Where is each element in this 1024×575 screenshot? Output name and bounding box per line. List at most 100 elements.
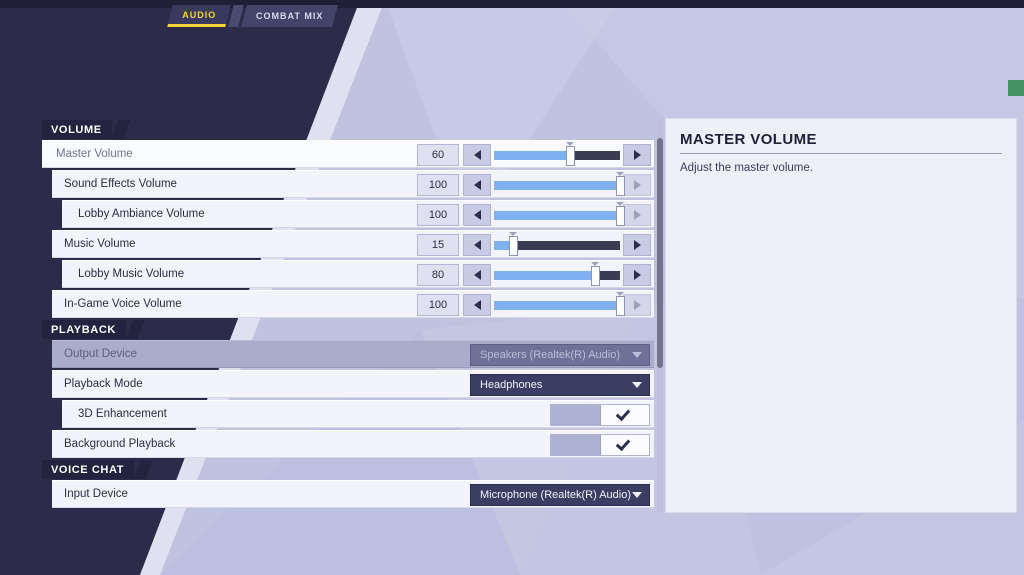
slider-value[interactable]: 100 bbox=[417, 174, 459, 196]
dropdown-control[interactable]: Headphones bbox=[470, 371, 654, 399]
slider-control[interactable]: 100 bbox=[417, 291, 654, 319]
setting-label: Playback Mode bbox=[52, 378, 143, 390]
section-header-voice-chat: VOICE CHAT bbox=[42, 460, 654, 479]
arrow-left-icon[interactable] bbox=[463, 294, 491, 316]
section-header-label: VOLUME bbox=[42, 120, 112, 139]
slider[interactable] bbox=[494, 234, 620, 256]
slider[interactable] bbox=[494, 294, 620, 316]
slider-value[interactable]: 60 bbox=[417, 144, 459, 166]
setting-row-playback-mode[interactable]: Playback Mode Headphones bbox=[52, 370, 654, 398]
toggle-control[interactable] bbox=[550, 401, 654, 429]
arrow-right-icon[interactable] bbox=[623, 264, 651, 286]
section-header-volume: VOLUME bbox=[42, 120, 654, 139]
toggle-on-side[interactable] bbox=[600, 435, 650, 455]
slider-value[interactable]: 15 bbox=[417, 234, 459, 256]
slider-control[interactable]: 100 bbox=[417, 201, 654, 229]
toggle-control[interactable] bbox=[550, 431, 654, 459]
arrow-right-icon bbox=[623, 294, 651, 316]
slider-handle[interactable] bbox=[616, 296, 625, 316]
arrow-right-icon bbox=[623, 174, 651, 196]
arrow-left-icon[interactable] bbox=[463, 174, 491, 196]
arrow-left-icon[interactable] bbox=[463, 204, 491, 226]
toggle-3d-enhancement[interactable] bbox=[550, 404, 650, 426]
toggle-background-playback[interactable] bbox=[550, 434, 650, 456]
arrow-left-icon[interactable] bbox=[463, 264, 491, 286]
arrow-left-icon[interactable] bbox=[463, 234, 491, 256]
toggle-on-side[interactable] bbox=[600, 405, 650, 425]
arrow-right-icon bbox=[623, 204, 651, 226]
dropdown-input-device[interactable]: Microphone (Realtek(R) Audio) bbox=[470, 484, 650, 506]
slider-track[interactable] bbox=[494, 151, 620, 160]
slider-control[interactable]: 15 bbox=[417, 231, 654, 259]
slider[interactable] bbox=[494, 174, 620, 196]
tab-combat-mix-label: COMBAT MIX bbox=[256, 11, 323, 21]
setting-label: Master Volume bbox=[42, 148, 133, 160]
slider-handle[interactable] bbox=[616, 206, 625, 226]
setting-row-in-game-voice-volume[interactable]: In-Game Voice Volume100 bbox=[52, 290, 654, 318]
slider-fill bbox=[494, 211, 620, 220]
scrollbar-thumb[interactable] bbox=[657, 138, 663, 368]
setting-row-lobby-ambiance-volume[interactable]: Lobby Ambiance Volume 100 bbox=[62, 200, 654, 228]
slider-handle[interactable] bbox=[566, 146, 575, 166]
section-header-slash bbox=[125, 320, 144, 339]
arrow-left-icon[interactable] bbox=[463, 144, 491, 166]
toggle-off-side[interactable] bbox=[551, 405, 600, 425]
slider-track[interactable] bbox=[494, 241, 620, 250]
slider-track[interactable] bbox=[494, 271, 620, 280]
slider-value[interactable]: 80 bbox=[417, 264, 459, 286]
tab-audio[interactable]: AUDIO bbox=[167, 5, 230, 27]
arrow-right-icon[interactable] bbox=[623, 144, 651, 166]
arrow-right-icon[interactable] bbox=[623, 234, 651, 256]
info-panel-title: MASTER VOLUME bbox=[680, 131, 1002, 148]
setting-row-output-device: Output Device Speakers (Realtek(R) Audio) bbox=[52, 340, 654, 368]
slider-track[interactable] bbox=[494, 211, 620, 220]
setting-label: Lobby Music Volume bbox=[62, 268, 184, 280]
dropdown-playback-mode[interactable]: Headphones bbox=[470, 374, 650, 396]
slider-handle[interactable] bbox=[591, 266, 600, 286]
slider-value[interactable]: 100 bbox=[417, 204, 459, 226]
slider[interactable] bbox=[494, 144, 620, 166]
setting-label: Lobby Ambiance Volume bbox=[62, 208, 205, 220]
dropdown-control[interactable]: Microphone (Realtek(R) Audio) bbox=[470, 481, 654, 509]
slider-fill bbox=[494, 301, 620, 310]
slider[interactable] bbox=[494, 204, 620, 226]
slider-control[interactable]: 80 bbox=[417, 261, 654, 289]
setting-row-input-device[interactable]: Input Device Microphone (Realtek(R) Audio… bbox=[52, 480, 654, 508]
slider-handle[interactable] bbox=[509, 236, 518, 256]
chevron-down-icon bbox=[632, 382, 642, 388]
tab-audio-label: AUDIO bbox=[182, 10, 216, 20]
setting-label: Input Device bbox=[52, 488, 128, 500]
tab-bar[interactable]: AUDIO COMBAT MIX bbox=[170, 5, 335, 27]
slider[interactable] bbox=[494, 264, 620, 286]
setting-label: 3D Enhancement bbox=[62, 408, 167, 420]
setting-row-3d-enhancement[interactable]: 3D Enhancement bbox=[62, 400, 654, 428]
setting-row-lobby-music-volume[interactable]: Lobby Music Volume 80 bbox=[62, 260, 654, 288]
settings-list[interactable]: VOLUME Master Volume 60 Sound Effects Volum… bbox=[42, 118, 654, 514]
setting-row-master-volume[interactable]: Master Volume 60 bbox=[42, 140, 654, 168]
chevron-down-icon bbox=[632, 492, 642, 498]
dropdown-control: Speakers (Realtek(R) Audio) bbox=[470, 341, 654, 369]
check-icon bbox=[616, 406, 631, 421]
info-panel: MASTER VOLUME Adjust the master volume. bbox=[665, 118, 1017, 513]
setting-row-background-playback[interactable]: Background Playback bbox=[52, 430, 654, 458]
scrollbar-track[interactable] bbox=[657, 120, 663, 512]
slider-track[interactable] bbox=[494, 301, 620, 310]
watermark-fragment bbox=[1008, 80, 1024, 96]
setting-row-sound-effects-volume[interactable]: Sound Effects Volume 100 bbox=[52, 170, 654, 198]
section-header-playback: PLAYBACK bbox=[42, 320, 654, 339]
section-header-slash bbox=[134, 460, 153, 479]
slider-value[interactable]: 100 bbox=[417, 294, 459, 316]
slider-control[interactable]: 60 bbox=[417, 141, 654, 169]
dropdown-value: Speakers (Realtek(R) Audio) bbox=[480, 349, 620, 361]
top-bar bbox=[0, 0, 1024, 8]
tab-combat-mix[interactable]: COMBAT MIX bbox=[241, 5, 338, 27]
setting-row-music-volume[interactable]: Music Volume15 bbox=[52, 230, 654, 258]
setting-label: Sound Effects Volume bbox=[52, 178, 177, 190]
slider-fill bbox=[494, 181, 620, 190]
slider-handle[interactable] bbox=[616, 176, 625, 196]
slider-fill bbox=[494, 271, 595, 280]
setting-label: Output Device bbox=[52, 348, 137, 360]
slider-control[interactable]: 100 bbox=[417, 171, 654, 199]
slider-track[interactable] bbox=[494, 181, 620, 190]
toggle-off-side[interactable] bbox=[551, 435, 600, 455]
